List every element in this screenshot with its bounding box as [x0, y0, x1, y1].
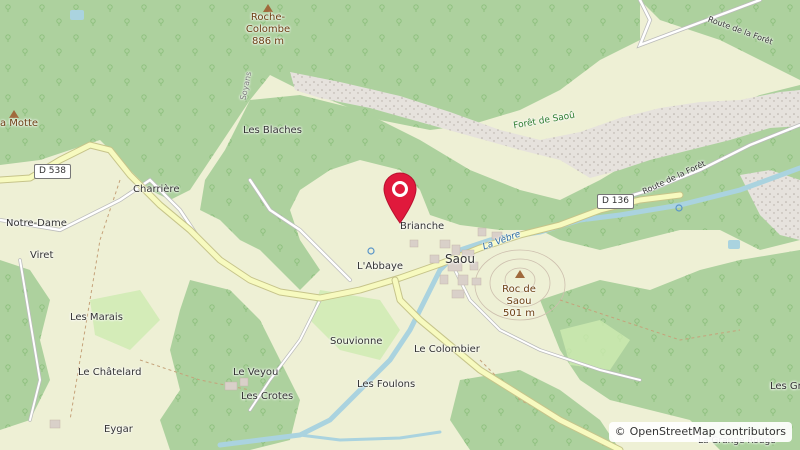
- peak-label-roche-colombe: Roche- Colombe 886 m: [246, 12, 290, 48]
- place-label-viret: Viret: [30, 250, 54, 261]
- peak-name-line1: Roche-: [250, 12, 286, 23]
- road-shield-d538: D 538: [34, 164, 71, 179]
- place-label-charriere: Charrière: [133, 184, 180, 195]
- peak-name-line2: Saou: [506, 296, 532, 307]
- peak-name-line2: Colombe: [245, 24, 291, 35]
- place-label-les-crotes: Les Crotes: [241, 391, 294, 402]
- place-label-souvionne: Souvionne: [330, 336, 383, 347]
- location-pin-icon[interactable]: [383, 172, 417, 224]
- place-label-saou: Saou: [445, 252, 475, 266]
- peak-name-line1: Roc de: [502, 284, 536, 295]
- place-label-labbaye: L'Abbaye: [357, 261, 404, 272]
- map-attribution[interactable]: © OpenStreetMap contributors: [608, 422, 792, 442]
- road-shield-d136: D 136: [597, 194, 634, 209]
- peak-elevation: 501 m: [502, 308, 536, 319]
- place-label-les-marais: Les Marais: [70, 312, 123, 323]
- copyright-symbol: ©: [614, 425, 626, 438]
- peak-elevation: 886 m: [251, 36, 284, 47]
- place-label-le-chatelard: Le Châtelard: [78, 367, 142, 378]
- place-label-notre-dame: Notre-Dame: [6, 218, 67, 229]
- place-label-le-veyou: Le Veyou: [233, 367, 279, 378]
- place-label-la-motte: a Motte: [0, 118, 39, 129]
- place-label-les-blaches: Les Blaches: [243, 125, 302, 136]
- peak-label-roc-de-saou: Roc de Saou 501 m: [502, 284, 536, 320]
- place-label-les-foulons: Les Foulons: [357, 379, 416, 390]
- place-label-les-gr: Les Gr: [770, 381, 800, 392]
- attribution-text: OpenStreetMap contributors: [629, 425, 786, 438]
- place-label-le-colombier: Le Colombier: [414, 344, 480, 355]
- place-label-eygar: Eygar: [104, 424, 133, 435]
